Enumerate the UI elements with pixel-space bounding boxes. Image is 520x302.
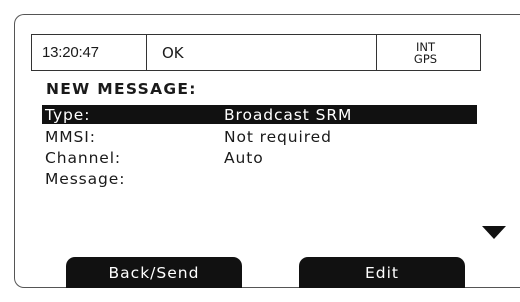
field-label-mmsi: MMSI: xyxy=(45,127,96,146)
field-label-type: Type: xyxy=(45,105,91,124)
field-value-channel: Auto xyxy=(224,148,264,167)
field-row-channel[interactable]: Channel: Auto xyxy=(42,148,477,167)
position-source-line2: GPS xyxy=(413,51,438,66)
clock-time: 13:20:47 xyxy=(32,35,147,70)
field-row-mmsi[interactable]: MMSI: Not required xyxy=(42,127,477,146)
status-text: OK xyxy=(147,35,377,70)
screen-heading: NEW MESSAGE: xyxy=(46,80,197,98)
field-row-message[interactable]: Message: xyxy=(42,169,477,188)
back-send-softkey[interactable]: Back/Send xyxy=(66,257,242,288)
field-label-channel: Channel: xyxy=(45,148,122,167)
field-value-mmsi: Not required xyxy=(224,127,332,146)
field-value-type: Broadcast SRM xyxy=(224,105,353,124)
status-bar: 13:20:47 OK INT GPS xyxy=(31,34,481,71)
field-row-type[interactable]: Type: Broadcast SRM xyxy=(42,105,477,124)
scroll-down-arrow-icon[interactable] xyxy=(482,226,506,239)
edit-softkey[interactable]: Edit xyxy=(299,257,465,288)
position-source-line1: INT xyxy=(415,39,436,54)
position-source: INT GPS xyxy=(377,35,480,70)
field-label-message: Message: xyxy=(45,169,126,188)
